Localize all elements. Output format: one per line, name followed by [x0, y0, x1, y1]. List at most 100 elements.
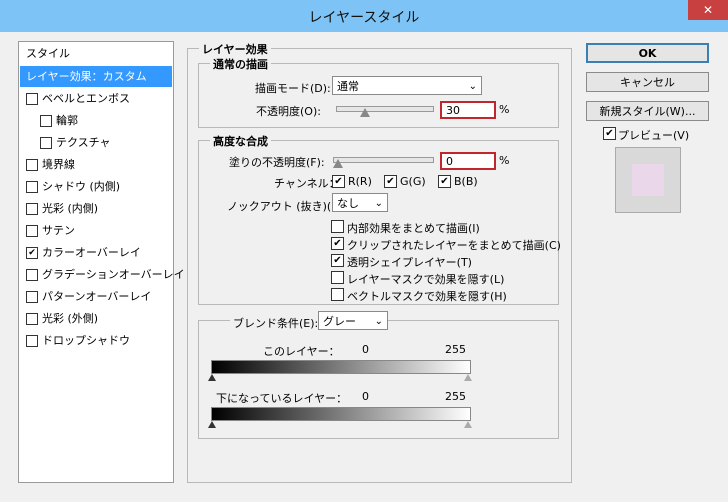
channels-label: チャンネル：: [274, 177, 340, 190]
style-item-label: ドロップシャドウ: [42, 334, 130, 347]
fill-opacity-percent: %: [499, 154, 510, 167]
fill-opacity-label: 塗りの不透明度(F):: [229, 156, 325, 169]
style-item-checkbox[interactable]: [26, 203, 38, 215]
style-item[interactable]: ドロップシャドウ: [20, 330, 172, 351]
blend-if-value: グレー: [323, 315, 356, 328]
style-item-label: 輪郭: [56, 114, 78, 127]
style-item-checkbox[interactable]: [26, 291, 38, 303]
style-item-checkbox[interactable]: [26, 269, 38, 281]
normal-blend-group: [198, 63, 559, 128]
fill-opacity-slider-thumb[interactable]: [333, 159, 343, 168]
checkmark-icon: ✔: [605, 128, 614, 139]
normal-blend-title: 通常の描画: [210, 56, 271, 72]
blend-if-group: [198, 320, 559, 439]
option-label: レイヤーマスクで効果を隠す(L): [347, 273, 505, 286]
style-list-header-label: スタイル: [26, 47, 70, 60]
preview-label: プレビュー(V): [618, 129, 690, 142]
this-layer-gradient-bar: [211, 360, 471, 374]
style-item[interactable]: ベベルとエンボス: [20, 88, 172, 109]
style-item-label: テクスチャ: [56, 136, 111, 149]
style-item-label: 光彩 (内側): [42, 202, 99, 215]
this-layer-max: 255: [445, 343, 466, 356]
underlying-black-slider[interactable]: [208, 421, 216, 428]
style-item[interactable]: サテン: [20, 220, 172, 241]
opacity-slider[interactable]: [336, 106, 434, 112]
style-item-checkbox[interactable]: [26, 181, 38, 193]
style-item-checkbox[interactable]: [26, 159, 38, 171]
blend-mode-label: 描画モード(D):: [255, 82, 331, 95]
underlying-white-slider[interactable]: [464, 421, 472, 428]
underlying-gradient-bar: [211, 407, 471, 421]
style-item-label: 光彩 (外側): [42, 312, 99, 325]
style-item-checkbox[interactable]: [40, 115, 52, 127]
this-layer-label: このレイヤー：: [263, 345, 340, 358]
style-item[interactable]: パターンオーバーレイ: [20, 286, 172, 307]
style-item-label: ベベルとエンボス: [42, 92, 130, 105]
fill-opacity-input[interactable]: 0: [440, 152, 496, 170]
option-checkbox[interactable]: [331, 271, 344, 284]
this-layer-min: 0: [362, 343, 369, 356]
blend-if-select[interactable]: グレー ⌄: [318, 311, 388, 330]
style-item[interactable]: レイヤー効果：カスタム: [20, 66, 172, 87]
option-checkbox[interactable]: [331, 220, 344, 233]
knockout-value: なし: [337, 197, 359, 210]
channel-checkbox[interactable]: ✔: [384, 175, 397, 188]
chevron-down-icon: ⌄: [374, 198, 383, 209]
preview-swatch-frame: [615, 147, 681, 213]
style-list-header: スタイル: [20, 43, 172, 64]
preview-checkbox[interactable]: ✔: [603, 127, 616, 140]
style-list: スタイル レイヤー効果：カスタム ベベルとエンボス輪郭テクスチャ境界線シャドウ (…: [18, 41, 185, 483]
fill-opacity-slider[interactable]: [333, 157, 434, 163]
style-item-checkbox[interactable]: [26, 335, 38, 347]
option-label: 内部効果をまとめて描画(I): [347, 222, 480, 235]
channel-checkbox[interactable]: ✔: [332, 175, 345, 188]
preview-swatch: [632, 164, 664, 196]
cancel-button[interactable]: キャンセル: [586, 72, 709, 92]
opacity-label: 不透明度(O):: [256, 105, 321, 118]
style-item-checkbox[interactable]: [26, 225, 38, 237]
layer-effects-title: レイヤー効果: [199, 41, 271, 57]
opacity-percent: %: [499, 103, 510, 116]
style-item[interactable]: ✔ カラーオーバーレイ: [20, 242, 172, 263]
style-item-checkbox[interactable]: ✔: [26, 247, 38, 259]
option-checkbox[interactable]: ✔: [331, 254, 344, 267]
style-item-label: 境界線: [42, 158, 75, 171]
this-layer-black-slider[interactable]: [208, 374, 216, 381]
style-item-label: グラデーションオーバーレイ: [42, 268, 185, 281]
style-item[interactable]: 輪郭: [20, 110, 172, 131]
style-item-label: レイヤー効果：カスタム: [26, 70, 147, 83]
window-title: レイヤースタイル: [308, 10, 420, 26]
this-layer-white-slider[interactable]: [464, 374, 472, 381]
style-item[interactable]: シャドウ (内側): [20, 176, 172, 197]
style-item-checkbox[interactable]: [26, 93, 38, 105]
opacity-input[interactable]: 30: [440, 101, 496, 119]
option-checkbox[interactable]: ✔: [331, 237, 344, 250]
chevron-down-icon: ⌄: [468, 81, 477, 92]
option-label: クリップされたレイヤーをまとめて描画(C): [347, 239, 561, 252]
underlying-label: 下になっているレイヤー：: [216, 392, 348, 405]
style-item[interactable]: 境界線: [20, 154, 172, 175]
blend-mode-value: 通常: [337, 80, 359, 93]
style-item-checkbox[interactable]: [40, 137, 52, 149]
title-bar: レイヤースタイル: [0, 0, 728, 32]
style-item[interactable]: 光彩 (外側): [20, 308, 172, 329]
underlying-max: 255: [445, 390, 466, 403]
option-label: 透明シェイプレイヤー(T): [347, 256, 472, 269]
style-item[interactable]: グラデーションオーバーレイ: [20, 264, 185, 285]
knockout-select[interactable]: なし ⌄: [332, 193, 388, 212]
style-item[interactable]: 光彩 (内側): [20, 198, 172, 219]
new-style-button[interactable]: 新規スタイル(W)...: [586, 101, 709, 121]
style-item[interactable]: テクスチャ: [20, 132, 172, 153]
style-item-checkbox[interactable]: [26, 313, 38, 325]
option-label: ベクトルマスクで効果を隠す(H): [347, 290, 507, 303]
close-icon: ✕: [702, 3, 714, 17]
option-checkbox[interactable]: [331, 288, 344, 301]
blend-mode-select[interactable]: 通常 ⌄: [332, 76, 482, 95]
style-item-label: パターンオーバーレイ: [42, 290, 152, 303]
ok-button[interactable]: OK: [586, 43, 709, 63]
chevron-down-icon: ⌄: [374, 316, 383, 327]
channel-checkbox[interactable]: ✔: [438, 175, 451, 188]
opacity-slider-thumb[interactable]: [359, 108, 370, 117]
close-button[interactable]: ✕: [688, 0, 728, 20]
style-item-label: シャドウ (内側): [42, 180, 121, 193]
